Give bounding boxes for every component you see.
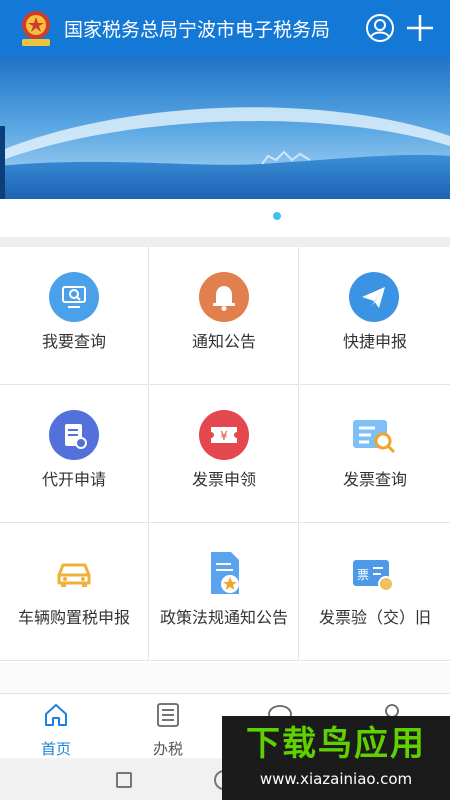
- watermark-url: www.xiazainiao.com: [259, 770, 413, 788]
- policy-document-icon: [211, 552, 239, 594]
- nav-label: 办税: [152, 740, 183, 758]
- nav-label: 首页: [40, 740, 71, 758]
- service-invoice-check[interactable]: 票 发票验（交）旧: [300, 523, 450, 661]
- nav-home[interactable]: 首页: [0, 694, 112, 758]
- bell-icon: [199, 272, 249, 322]
- service-proxy-apply[interactable]: 代开申请: [0, 385, 149, 523]
- svg-text:¥: ¥: [220, 429, 228, 443]
- invoice-search-icon: [353, 420, 396, 454]
- watermark-text: 下载鸟应用: [246, 724, 426, 764]
- document-edit-icon: [49, 410, 99, 460]
- banner-carousel[interactable]: [0, 56, 450, 199]
- banner-image: [0, 56, 450, 199]
- search-monitor-icon: [49, 272, 99, 322]
- recent-apps-button[interactable]: [116, 772, 132, 788]
- pager-dot[interactable]: [273, 212, 281, 220]
- service-vehicle-tax[interactable]: 车辆购置税申报: [0, 523, 149, 661]
- service-label: 通知公告: [191, 332, 256, 351]
- add-icon[interactable]: [404, 12, 436, 44]
- service-label: 我要查询: [41, 332, 106, 351]
- watermark-logo: 下载鸟应用 www.xiazainiao.com: [222, 716, 450, 800]
- page-title: 国家税务总局宁波市电子税务局: [64, 18, 331, 41]
- app-header: 国家税务总局宁波市电子税务局: [0, 0, 450, 56]
- section-divider: [0, 237, 450, 247]
- service-policy-notice[interactable]: 政策法规通知公告: [150, 523, 299, 661]
- service-label: 发票申领: [191, 470, 256, 489]
- home-icon: [45, 704, 67, 726]
- service-notice[interactable]: 通知公告: [150, 247, 299, 385]
- tax-emblem-icon: [22, 11, 50, 46]
- ticket-yen-icon: ¥: [199, 410, 249, 460]
- invoice-check-icon: 票: [353, 560, 394, 592]
- car-icon: [57, 563, 91, 587]
- service-label: 代开申请: [41, 470, 106, 489]
- grid-footer-space: [0, 663, 450, 694]
- service-label: 快捷申报: [342, 332, 407, 351]
- service-grid: 我要查询 通知公告 快捷申报 代开申请 ¥ 发票申领 发票查询 车辆购置税申报 …: [0, 247, 450, 663]
- svg-text:票: 票: [357, 568, 369, 582]
- user-account-icon[interactable]: [364, 12, 396, 44]
- service-label: 发票查询: [342, 470, 407, 489]
- service-label: 政策法规通知公告: [159, 608, 288, 627]
- carousel-pager: [0, 199, 450, 237]
- service-quick-declare[interactable]: 快捷申报: [300, 247, 450, 385]
- service-label: 发票验（交）旧: [318, 608, 431, 627]
- service-invoice-apply[interactable]: ¥ 发票申领: [150, 385, 299, 523]
- service-invoice-query[interactable]: 发票查询: [300, 385, 450, 523]
- service-label: 车辆购置税申报: [17, 608, 130, 627]
- list-icon: [157, 703, 179, 727]
- nav-tax[interactable]: 办税: [112, 694, 224, 758]
- paper-plane-icon: [349, 272, 399, 322]
- service-query[interactable]: 我要查询: [0, 247, 149, 385]
